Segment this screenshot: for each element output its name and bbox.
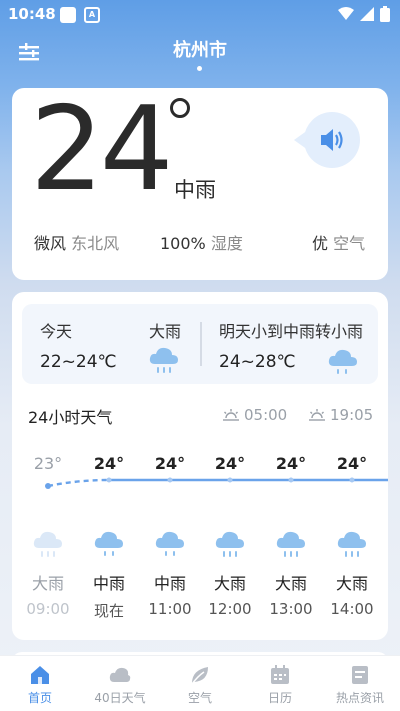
rain-cloud-icon — [155, 531, 184, 556]
cloud-icon — [109, 667, 131, 682]
nav-home[interactable]: 首页 — [0, 656, 80, 711]
hourly-title: 24小时天气 — [28, 408, 113, 427]
hour-condition: 大雨 — [335, 574, 368, 593]
sunset-icon — [309, 409, 325, 421]
wind-stat: 微风 东北风 — [34, 230, 119, 254]
wind-value: 微风 — [34, 234, 67, 253]
today-label: 今天 — [40, 322, 73, 341]
nav-air[interactable]: 空气 — [160, 656, 240, 711]
nav-label: 首页 — [27, 691, 52, 705]
status-bar: 10:48 A — [0, 0, 400, 30]
hour-condition: 大雨 — [274, 574, 307, 593]
nav-label: 40日天气 — [94, 691, 146, 705]
hour-time: 14:00 — [330, 600, 374, 618]
air-label: 空气 — [333, 234, 366, 253]
leaf-icon — [191, 667, 208, 685]
city-title[interactable]: 杭州市 — [0, 36, 400, 62]
hour-time: 12:00 — [208, 600, 252, 618]
nav-calendar[interactable]: 日历 — [240, 656, 320, 711]
nav-40day[interactable]: 40日天气 — [80, 656, 160, 711]
day-divider — [200, 322, 202, 366]
hour-time: 09:00 — [26, 600, 70, 618]
sunset-info: 19:05 — [308, 406, 373, 424]
bottom-navigation: 首页 40日天气 空气 日历 热点资讯 — [0, 655, 400, 711]
humidity-stat: 100% 湿度 — [160, 230, 243, 254]
air-stat[interactable]: 优 空气 — [312, 230, 365, 254]
today-temp-range: 22~24℃ — [40, 352, 117, 372]
nav-label: 日历 — [267, 691, 292, 705]
page-indicator-dot — [197, 66, 202, 71]
hour-time: 现在 — [93, 602, 124, 620]
nav-label: 空气 — [187, 691, 212, 705]
today-condition: 大雨 — [149, 322, 182, 341]
hour-time: 13:00 — [269, 600, 313, 618]
font-notification-icon: A — [84, 7, 100, 23]
signal-icon — [360, 7, 374, 21]
notification-icon — [60, 7, 76, 23]
tomorrow-label: 明天小到中雨转小雨 — [219, 322, 364, 341]
home-icon — [31, 666, 49, 684]
rain-cloud-icon — [215, 531, 244, 557]
current-temperature: 24 — [30, 82, 174, 217]
tomorrow-temp-range: 24~28℃ — [219, 352, 296, 372]
rain-cloud-icon — [328, 349, 357, 374]
battery-icon — [380, 6, 390, 22]
nav-news[interactable]: 热点资讯 — [320, 656, 400, 711]
speaker-icon — [321, 129, 343, 151]
rain-cloud-icon — [33, 531, 62, 557]
rain-cloud-icon — [276, 531, 305, 557]
humidity-value: 100% — [160, 234, 206, 253]
hour-condition: 大雨 — [31, 574, 64, 593]
sunrise-info: 05:00 — [222, 406, 287, 424]
current-condition: 中雨 — [174, 178, 216, 202]
news-icon — [352, 666, 368, 684]
voice-broadcast-button[interactable] — [304, 112, 360, 168]
sunset-time: 19:05 — [330, 406, 374, 424]
rain-cloud-icon — [149, 347, 178, 373]
calendar-icon — [271, 665, 289, 684]
hour-condition: 中雨 — [153, 574, 186, 593]
nav-label: 热点资讯 — [335, 691, 384, 705]
forecast-card: 今天 大雨 22~24℃ 明天小到中雨转小雨 24~28℃ 24小时天气 05:… — [12, 292, 388, 640]
current-weather-card: 24 中雨 微风 东北风 100% 湿度 优 空气 — [12, 82, 388, 280]
wifi-icon — [338, 7, 354, 20]
temperature-curve — [45, 477, 388, 489]
status-time: 10:48 — [8, 5, 56, 23]
sunrise-icon — [223, 409, 239, 421]
humidity-label: 湿度 — [210, 234, 243, 253]
hour-condition: 中雨 — [92, 574, 125, 593]
sunrise-time: 05:00 — [244, 406, 288, 424]
hour-condition: 大雨 — [213, 574, 246, 593]
air-value: 优 — [312, 234, 329, 253]
hour-time: 11:00 — [148, 600, 192, 618]
degree-symbol — [170, 98, 190, 118]
rain-cloud-icon — [94, 531, 123, 556]
two-day-forecast[interactable]: 今天 大雨 22~24℃ 明天小到中雨转小雨 24~28℃ — [22, 304, 378, 384]
rain-cloud-icon — [337, 531, 366, 557]
wind-label: 东北风 — [71, 234, 120, 253]
